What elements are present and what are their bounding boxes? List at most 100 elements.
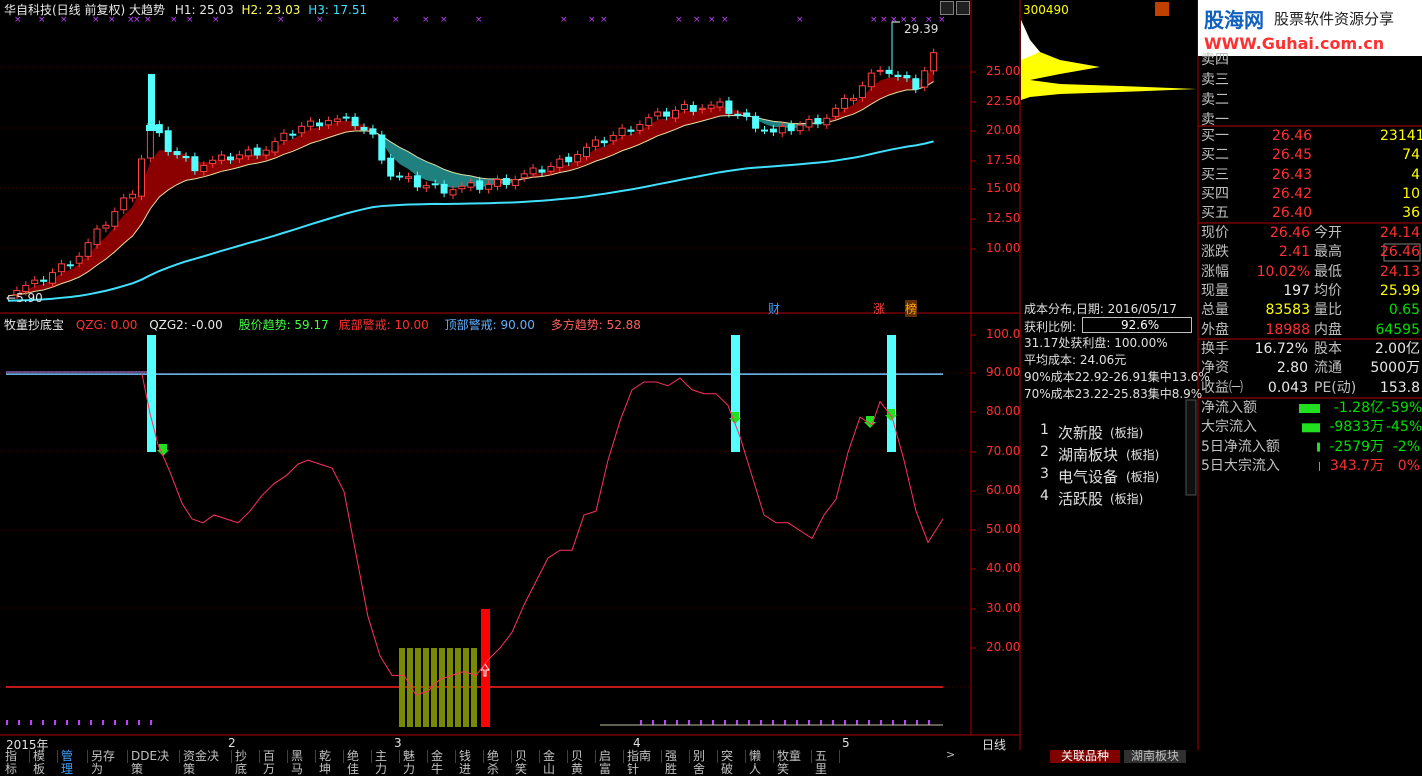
bottom-tab[interactable]: 绝杀 — [484, 750, 512, 776]
candle-body — [556, 158, 564, 168]
stock-code: 300490 — [1023, 3, 1069, 17]
marker-rise[interactable]: 涨 — [873, 300, 885, 317]
marker-rank[interactable]: 榜 — [905, 300, 918, 317]
sector-name[interactable]: 活跃股 — [1058, 488, 1103, 509]
bottom-tab[interactable]: 贝黄 — [568, 750, 596, 776]
bottom-tab[interactable]: 贝笑 — [512, 750, 540, 776]
magenta-tick — [844, 720, 846, 725]
bottom-tab[interactable]: 资金决策 — [180, 750, 232, 776]
bottom-tab[interactable]: 五里 — [812, 750, 840, 776]
candle-body — [672, 109, 679, 119]
tab-hunan[interactable]: 湖南板块 — [1124, 750, 1186, 763]
bottom-tab[interactable]: 黑马 — [288, 750, 316, 776]
candle-body — [609, 134, 617, 142]
candle-body — [227, 156, 234, 161]
period-label[interactable]: 日线 — [982, 736, 1006, 753]
bottom-tab[interactable]: 懒人 — [746, 750, 774, 776]
magenta-tick — [90, 720, 92, 725]
bottom-tab[interactable]: 百万 — [260, 750, 288, 776]
low-price-value: 5.90 — [16, 291, 43, 305]
magenta-tick — [928, 720, 930, 725]
candle-body — [218, 154, 226, 161]
scroll-right-icon[interactable]: > — [946, 748, 955, 761]
price-tick-label: 10.00 — [986, 241, 1021, 255]
candle-body — [244, 149, 252, 157]
quote-value-2: 26.46 — [1379, 244, 1420, 261]
bid-label: 买四 — [1201, 185, 1229, 202]
brand-banner[interactable]: 股海网 股票软件资源分享 WWW.Guhai.com.cn — [1198, 0, 1422, 56]
indicator-name[interactable]: 牧童抄底宝 — [4, 318, 64, 332]
brand-name: 股海网 — [1204, 8, 1264, 32]
bottom-tab[interactable]: 另存为 — [88, 750, 128, 776]
quote-label-2: 最低 — [1314, 263, 1342, 280]
candle-body — [841, 97, 849, 109]
bottom-tab[interactable]: 别舍 — [690, 750, 718, 776]
magenta-tick — [640, 720, 642, 725]
trend-value: 股价趋势: 59.17 — [238, 318, 329, 332]
chart-title: 华自科技(日线 前复权) 大趋势 — [4, 3, 165, 17]
purple-marker: × — [560, 15, 568, 25]
bottom-tab[interactable]: 突破 — [718, 750, 746, 776]
candle-body — [654, 111, 662, 117]
magenta-tick — [820, 720, 822, 725]
bottom-tab[interactable]: 金牛 — [428, 750, 456, 776]
minimize-button[interactable] — [940, 1, 954, 15]
bottom-signal-bar — [399, 648, 405, 727]
candle-body — [316, 122, 323, 127]
indicator-header: 牧童抄底宝 QZG: 0.00 QZG2: -0.00 股价趋势: 59.17 … — [4, 316, 641, 333]
close-icon[interactable] — [956, 1, 970, 15]
sector-name[interactable]: 次新股 — [1058, 422, 1103, 443]
candle-body — [129, 193, 137, 199]
quote-label-2: 均价 — [1314, 282, 1342, 299]
bottom-tab[interactable]: 绝佳 — [344, 750, 372, 776]
bottom-tab[interactable]: 钱进 — [456, 750, 484, 776]
bottom-tab[interactable]: 指标 — [2, 750, 30, 776]
high-price-label: 29.39 — [904, 22, 939, 36]
purple-marker: × — [693, 15, 701, 25]
candle-body — [449, 189, 457, 196]
bottom-tab[interactable]: 金山 — [540, 750, 568, 776]
candle-body — [387, 157, 395, 177]
sector-name[interactable]: 电气设备 — [1058, 466, 1118, 487]
bottom-tab[interactable]: 管理 — [58, 750, 88, 776]
bottom-tab[interactable]: 乾坤 — [316, 750, 344, 776]
magenta-tick — [784, 720, 786, 725]
flow-pct: -59% — [1386, 400, 1422, 416]
candle-body — [307, 120, 315, 127]
bottom-tab[interactable]: 主力 — [372, 750, 400, 776]
candle-body — [618, 127, 626, 136]
candle-body — [761, 129, 768, 132]
candle-body — [680, 104, 688, 110]
magenta-tick — [700, 720, 702, 725]
bottom-tab[interactable]: 模板 — [30, 750, 58, 776]
magenta-tick — [138, 720, 140, 725]
sector-name[interactable]: 湖南板块 — [1058, 444, 1118, 465]
candle-body — [689, 105, 697, 112]
indicator-tick-label: 80.00 — [986, 404, 1021, 418]
candle-body — [769, 128, 777, 133]
bottom-tab[interactable]: DDE决策 — [128, 750, 180, 776]
magenta-tick — [18, 720, 20, 725]
candle-body — [396, 175, 404, 178]
bottom-signal-bar — [407, 648, 413, 727]
sector-number: 4 — [1040, 488, 1049, 504]
flow-label: 净流入额 — [1201, 400, 1257, 416]
price-tick-label: 15.00 — [986, 181, 1021, 195]
bottom-tab[interactable]: 抄底 — [232, 750, 260, 776]
bottom-tab[interactable]: 魅力 — [400, 750, 428, 776]
candle-body — [698, 107, 706, 110]
notebook-icon[interactable] — [1155, 2, 1169, 16]
candle-body — [369, 128, 377, 135]
bottom-tab[interactable]: 启富 — [596, 750, 624, 776]
purple-marker: × — [475, 15, 483, 25]
bid-price: 26.43 — [1272, 166, 1313, 183]
bottom-tab[interactable]: 强胜 — [662, 750, 690, 776]
indicator-tick-label: 30.00 — [986, 601, 1021, 615]
sector-number: 1 — [1040, 422, 1049, 438]
bottom-tab[interactable]: 指南针 — [624, 750, 662, 776]
bottom-tab[interactable]: 牧童笑 — [774, 750, 812, 776]
magenta-tick — [796, 720, 798, 725]
purple-marker: × — [890, 15, 898, 25]
marker-finance[interactable]: 财 — [768, 300, 780, 317]
tab-related[interactable]: 关联品种 — [1050, 750, 1120, 763]
